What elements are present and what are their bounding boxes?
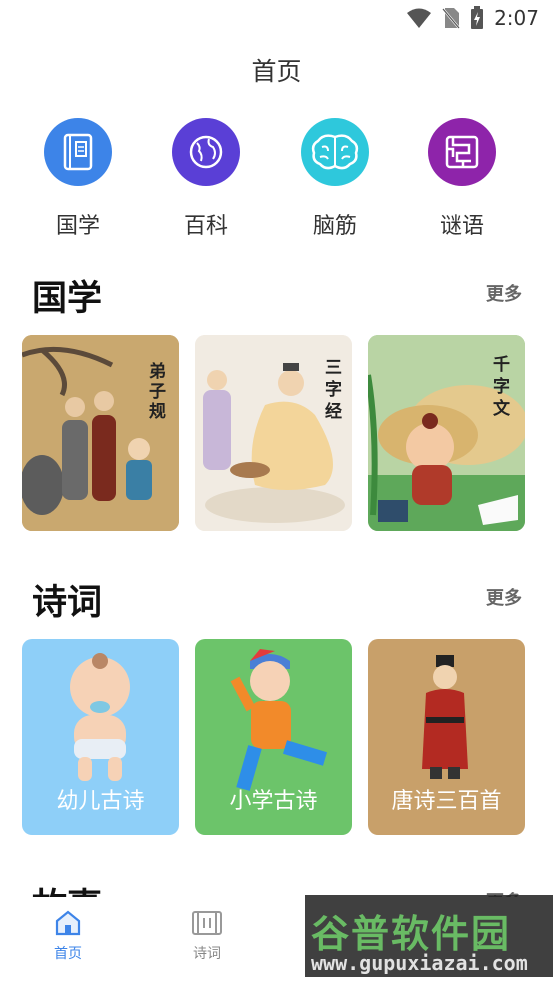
brain-icon — [311, 134, 359, 170]
more-link[interactable]: 更多 — [486, 584, 522, 610]
section-header-guoxue: 国学 更多 — [32, 270, 522, 319]
tab-shici[interactable]: 诗词 — [172, 909, 242, 963]
quick-item-naojin[interactable]: 脑筋 — [285, 118, 385, 240]
svg-text:千: 千 — [493, 355, 510, 375]
status-icons: 2:07 — [406, 6, 539, 30]
card-row-shici: 幼儿古诗 小学古诗 唐诗三百首 — [22, 639, 526, 835]
svg-text:字: 字 — [493, 376, 510, 397]
status-bar: 2:07 — [0, 0, 553, 38]
watermark: 谷普软件园 www.gupuxiazai.com — [305, 895, 553, 977]
maze-icon — [445, 135, 479, 169]
page-title: 首页 — [251, 57, 302, 86]
card-row-guoxue: 弟 子 规 三 字 经 千 字 文 — [22, 335, 526, 531]
card-sanzijing[interactable]: 三 字 经 — [195, 335, 352, 531]
section-header-shici: 诗词 更多 — [32, 574, 522, 623]
svg-text:经: 经 — [325, 401, 342, 422]
card-illustration: 三 字 经 — [195, 335, 352, 531]
quick-label: 国学 — [55, 214, 100, 239]
quick-nav: 国学 百科 脑筋 谜语 — [0, 118, 553, 248]
quick-label: 百科 — [183, 214, 228, 239]
home-icon — [55, 910, 81, 936]
card-caption: 唐诗三百首 — [391, 789, 502, 814]
globe-icon — [189, 135, 223, 169]
no-sim-icon — [442, 8, 461, 29]
tab-home[interactable]: 首页 — [33, 909, 103, 963]
card-qianziwen[interactable]: 千 字 文 — [368, 335, 525, 531]
watermark-logo: 谷普软件园 — [311, 912, 512, 956]
card-illustration: 弟 子 规 — [22, 335, 179, 531]
status-time: 2:07 — [494, 6, 539, 30]
card-caption: 小学古诗 — [229, 789, 318, 814]
tab-label: 首页 — [54, 946, 82, 962]
card-title-vertical: 子 — [149, 382, 166, 402]
card-tangshi-sanbaishou[interactable]: 唐诗三百首 — [368, 639, 525, 835]
quick-label: 脑筋 — [312, 214, 357, 239]
quick-circle — [428, 118, 496, 186]
section-title: 诗词 — [32, 583, 103, 623]
more-link[interactable]: 更多 — [486, 280, 522, 306]
card-caption: 幼儿古诗 — [56, 789, 145, 814]
scroll-icon — [192, 911, 222, 935]
svg-text:字: 字 — [325, 379, 342, 400]
wifi-icon — [407, 8, 432, 28]
quick-item-miyu[interactable]: 谜语 — [412, 118, 512, 240]
quick-item-baike[interactable]: 百科 — [156, 118, 256, 240]
svg-text:文: 文 — [493, 398, 511, 419]
quick-label: 谜语 — [439, 214, 484, 239]
tab-label: 诗词 — [193, 946, 221, 962]
battery-charging-icon — [471, 6, 484, 29]
card-title-vertical: 规 — [149, 402, 166, 422]
quick-circle — [301, 118, 369, 186]
card-title-vertical: 弟 — [149, 361, 166, 382]
card-youer-gushi[interactable]: 幼儿古诗 — [22, 639, 179, 835]
card-dizigui[interactable]: 弟 子 规 — [22, 335, 179, 531]
quick-circle — [172, 118, 240, 186]
quick-item-guoxue[interactable]: 国学 — [28, 118, 128, 240]
watermark-url: www.gupuxiazai.com — [311, 951, 528, 975]
card-xiaoxue-gushi[interactable]: 小学古诗 — [195, 639, 352, 835]
svg-text:三: 三 — [325, 358, 342, 378]
book-icon — [63, 133, 93, 171]
quick-circle — [44, 118, 112, 186]
card-illustration: 千 字 文 — [368, 335, 525, 531]
section-title: 国学 — [32, 279, 103, 319]
